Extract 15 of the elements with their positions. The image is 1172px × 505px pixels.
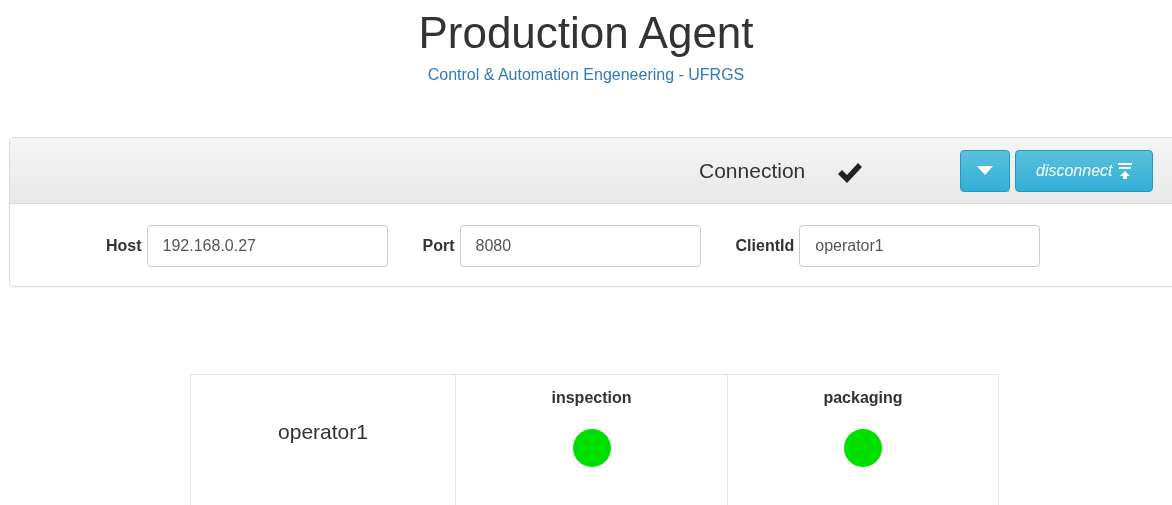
input-field[interactable]: operator1 (799, 225, 1041, 267)
table-cell-text: operator1 (277, 419, 369, 445)
eject-icon (1116, 162, 1133, 179)
caret-icon (977, 166, 994, 175)
page-subtitle: Control & Automation Engeneering - UFRGS (427, 66, 745, 83)
field-label: Port (422, 237, 455, 255)
field-label: ClientId (735, 237, 795, 255)
field-label: Host (106, 237, 142, 255)
page-title: Production Agent (417, 7, 755, 58)
station-name: inspection (551, 389, 632, 407)
panel-title: Connection (699, 158, 806, 183)
dropdown-button[interactable] (960, 149, 1011, 192)
input-field[interactable]: 8080 (459, 225, 701, 267)
station-name: packaging (823, 389, 903, 407)
input-field[interactable]: 192.168.0.27 (146, 225, 388, 267)
